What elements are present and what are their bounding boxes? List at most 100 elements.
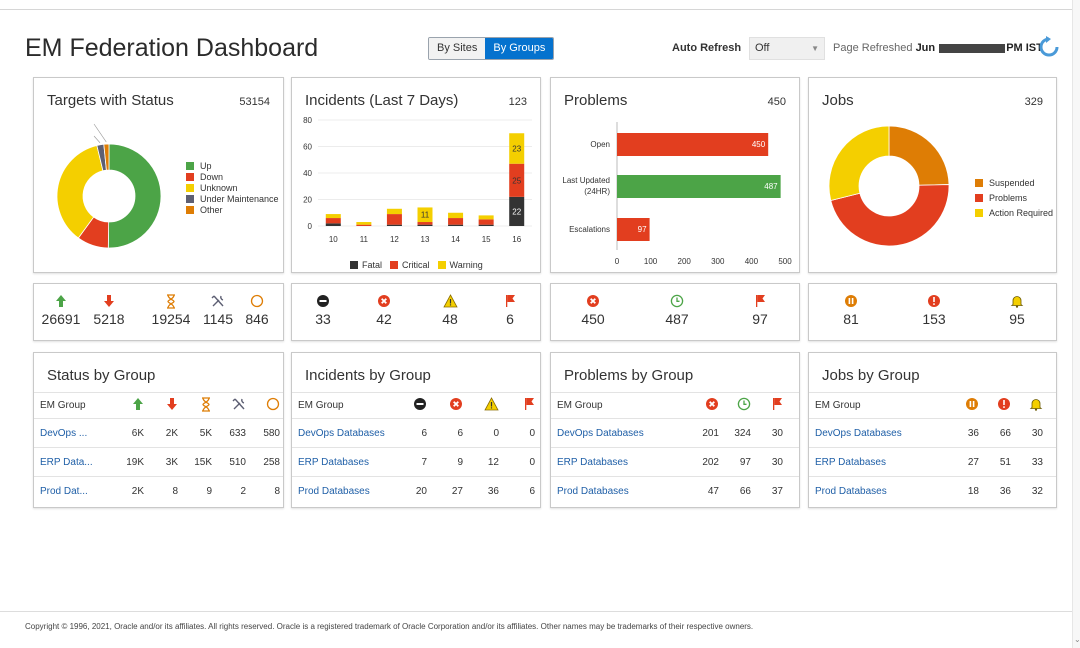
critical-icon bbox=[449, 397, 463, 414]
table-row: DevOps Databases 36 66 30 bbox=[809, 418, 1056, 447]
stat-item[interactable]: 81 bbox=[827, 293, 875, 327]
bar-segment[interactable] bbox=[325, 214, 341, 219]
jobs-slice[interactable] bbox=[888, 125, 950, 186]
stat-item[interactable]: 97 bbox=[736, 293, 784, 327]
arrow-down-icon bbox=[85, 293, 133, 309]
stat-item[interactable]: 26691 bbox=[37, 293, 85, 327]
targets-donut-chart[interactable] bbox=[34, 106, 184, 266]
targets-card[interactable]: Targets with Status 53154 Up Down Unknown U… bbox=[33, 77, 284, 273]
group-link[interactable]: ERP Data... bbox=[40, 457, 110, 468]
bar-segment[interactable] bbox=[325, 223, 341, 226]
pause-icon bbox=[827, 293, 875, 309]
jobs-card[interactable]: Jobs 329 Suspended Problems Action Require… bbox=[808, 77, 1057, 273]
bar-data-label: 22 bbox=[512, 207, 521, 216]
x-tick-label: 15 bbox=[482, 235, 491, 244]
group-link[interactable]: ERP Databases bbox=[557, 457, 687, 468]
jobs-donut-chart[interactable] bbox=[819, 118, 969, 268]
group-link[interactable]: DevOps Databases bbox=[557, 428, 687, 439]
incidents-card[interactable]: Incidents (Last 7 Days) 123 0 20 40 60 80 10 1… bbox=[291, 77, 541, 273]
legend-swatch bbox=[186, 161, 194, 170]
stat-item[interactable]: 42 bbox=[360, 293, 408, 327]
stat-item[interactable]: 19254 bbox=[147, 293, 195, 327]
stat-item[interactable]: 33 bbox=[299, 293, 347, 327]
stat-item[interactable]: 846 bbox=[233, 293, 281, 327]
bar-segment[interactable] bbox=[448, 212, 464, 219]
stat-item[interactable]: 48 bbox=[426, 293, 474, 327]
table-cell: 510 bbox=[229, 456, 246, 468]
stat-item[interactable]: 450 bbox=[569, 293, 617, 327]
bar-segment[interactable] bbox=[417, 222, 433, 225]
bar-data-label: 487 bbox=[764, 182, 778, 191]
arrow-up-icon bbox=[132, 397, 144, 414]
table-header-row: EM Group bbox=[551, 392, 799, 418]
bar-segment[interactable] bbox=[448, 218, 464, 225]
table-cell: 633 bbox=[229, 427, 246, 439]
problems-card[interactable]: Problems 450 0 100 200 300 400 500 450 Open 487 L… bbox=[550, 77, 800, 273]
chevron-down-icon[interactable]: ⌄ bbox=[1074, 635, 1080, 644]
legend-swatch bbox=[186, 172, 194, 181]
table-cell: 47 bbox=[707, 485, 719, 497]
auto-refresh-select[interactable]: Off ▼ bbox=[749, 37, 825, 60]
by-groups-button[interactable]: By Groups bbox=[485, 38, 554, 59]
bar-segment[interactable] bbox=[448, 224, 464, 226]
jobs-slice[interactable] bbox=[828, 125, 890, 201]
problem-icon bbox=[910, 293, 958, 309]
table-cell: 27 bbox=[451, 485, 463, 497]
refresh-icon[interactable] bbox=[1038, 36, 1060, 58]
bar-segment[interactable] bbox=[478, 224, 494, 226]
page-title: EM Federation Dashboard bbox=[25, 34, 319, 62]
jobs-stats-card: 81 153 95 bbox=[808, 283, 1057, 341]
bar-segment[interactable] bbox=[386, 224, 402, 226]
bar-data-label: 11 bbox=[421, 211, 430, 220]
problems-bar-chart[interactable]: 0 100 200 300 400 500 450 Open 487 Last Updated (2… bbox=[551, 118, 801, 268]
auto-refresh-value: Off bbox=[755, 42, 770, 54]
stat-value: 6 bbox=[506, 311, 514, 327]
incidents-bar-chart[interactable]: 0 20 40 60 80 10 11 12 11 13 14 15 22 25 23 16 bbox=[292, 114, 542, 248]
incidents-by-group-card: Incidents by Group EM Group DevOps Databa… bbox=[291, 352, 541, 508]
table-header-row: EM Group bbox=[292, 392, 540, 418]
bar-segment[interactable] bbox=[386, 208, 402, 215]
stat-item[interactable]: 6 bbox=[486, 293, 534, 327]
group-link[interactable]: Prod Dat... bbox=[40, 486, 110, 497]
bar-segment[interactable] bbox=[356, 224, 372, 226]
group-link[interactable]: ERP Databases bbox=[815, 457, 947, 468]
group-link[interactable]: Prod Databases bbox=[298, 486, 391, 497]
y-category-label: Escalations bbox=[569, 225, 610, 234]
table-cell: 7 bbox=[421, 456, 427, 468]
group-link[interactable]: DevOps Databases bbox=[298, 428, 391, 439]
auto-refresh-label: Auto Refresh bbox=[672, 42, 742, 54]
stat-value: 19254 bbox=[151, 311, 191, 327]
incidents-total: 123 bbox=[508, 96, 527, 108]
table-cell: 36 bbox=[487, 485, 499, 497]
stat-item[interactable]: 153 bbox=[910, 293, 958, 327]
legend-label: Down bbox=[200, 171, 224, 182]
group-link[interactable]: Prod Databases bbox=[815, 486, 947, 497]
stat-item[interactable]: 95 bbox=[993, 293, 1041, 327]
table-cell: 324 bbox=[734, 427, 751, 439]
group-link[interactable]: DevOps Databases bbox=[815, 428, 947, 439]
legend-label: Other bbox=[200, 204, 223, 215]
x-tick-label: 500 bbox=[778, 257, 792, 266]
targets-slice[interactable] bbox=[107, 143, 162, 249]
bell-icon bbox=[1029, 397, 1043, 414]
bar-segment[interactable] bbox=[325, 218, 341, 224]
stat-item[interactable]: 5218 bbox=[85, 293, 133, 327]
by-sites-button[interactable]: By Sites bbox=[429, 38, 486, 59]
flag-icon bbox=[771, 397, 783, 414]
bar[interactable] bbox=[617, 175, 781, 198]
table-cell: 33 bbox=[1031, 456, 1043, 468]
bar-segment[interactable] bbox=[478, 219, 494, 225]
bar[interactable] bbox=[617, 133, 769, 156]
bar-segment[interactable] bbox=[386, 214, 402, 225]
stat-value: 81 bbox=[843, 311, 859, 327]
stat-item[interactable]: 487 bbox=[653, 293, 701, 327]
view-toggle[interactable]: By Sites By Groups bbox=[428, 37, 555, 60]
group-link[interactable]: ERP Databases bbox=[298, 457, 391, 468]
page-scrollbar[interactable]: ⌄ bbox=[1072, 0, 1080, 648]
legend-label: Critical bbox=[402, 259, 430, 270]
bar-segment[interactable] bbox=[478, 215, 494, 220]
bar-segment[interactable] bbox=[417, 224, 433, 226]
group-link[interactable]: Prod Databases bbox=[557, 486, 687, 497]
group-link[interactable]: DevOps ... bbox=[40, 428, 110, 439]
bar-segment[interactable] bbox=[356, 222, 372, 225]
